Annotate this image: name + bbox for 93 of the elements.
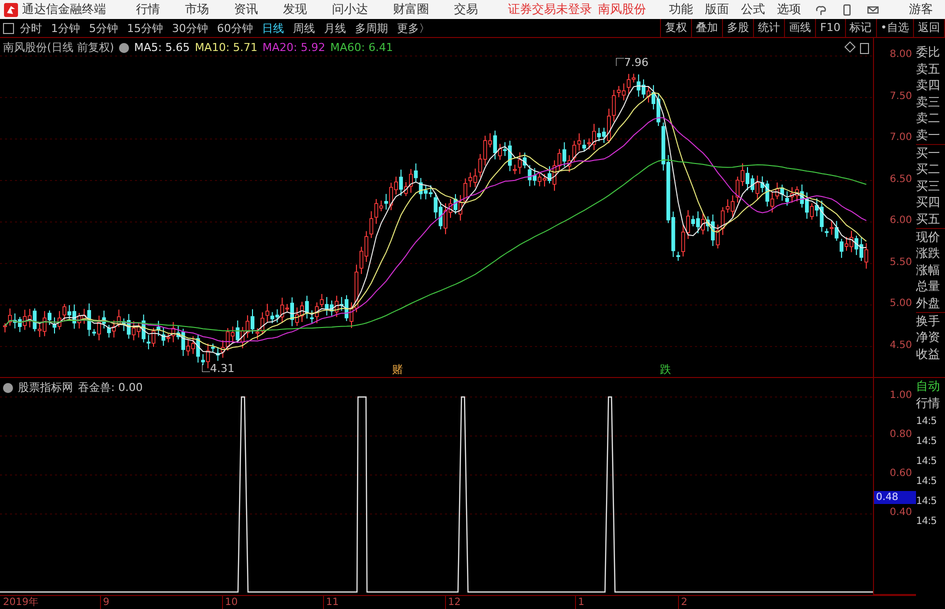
price-tick: 5.50 [890, 256, 912, 268]
menu-item[interactable]: 问小达 [332, 1, 368, 18]
fall-signal-label: 跌 [660, 362, 671, 377]
period-tab[interactable]: 30分钟 [172, 20, 208, 36]
indicator-reading: 吞金兽: 0.00 [78, 380, 143, 395]
indicator-source: 股票指标网 [18, 380, 73, 395]
quote-field-label: 卖四 [916, 77, 941, 94]
menu-item[interactable]: 交易 [454, 1, 478, 18]
trade-time: 14:5 [916, 475, 938, 489]
toolbar-button[interactable]: 标记 [844, 19, 876, 37]
quote-field-label: 买五 [916, 210, 941, 228]
trade-time: 14:5 [916, 495, 938, 509]
current-value-label: 0.48 [874, 491, 916, 504]
toolbar-button[interactable]: 统计 [753, 19, 784, 37]
stock-name[interactable]: 南风股份 [598, 1, 646, 18]
menu-item[interactable]: 功能 [669, 1, 693, 18]
indicator-tick: 0.60 [890, 468, 912, 479]
trade-time: 14:5 [916, 415, 938, 429]
quote-field-label: 现价 [916, 228, 945, 246]
moving-average-label: MA10: 5.71 [194, 41, 258, 54]
date-label: 1 [575, 596, 584, 609]
moving-average-label: MA60: 6.41 [330, 41, 393, 54]
toolbar-button[interactable]: 复权 [660, 19, 692, 37]
chart-title: 南风股份(日线 前复权) [3, 40, 114, 55]
period-tab[interactable]: 60分钟 [217, 20, 253, 36]
date-label: 9 [100, 596, 110, 609]
menu-item[interactable]: 公式 [741, 1, 765, 18]
indicator-tick: 0.80 [890, 429, 912, 440]
period-tab[interactable]: 15分钟 [127, 20, 163, 36]
toolbar-button[interactable]: 多股 [722, 19, 754, 37]
quote-field-label: 卖二 [916, 110, 941, 127]
user-name[interactable]: 游客 [909, 1, 933, 18]
quote-field-label: 涨幅 [916, 262, 941, 278]
quote-field-label: 卖一 [916, 126, 941, 144]
quote-field-label: 总量 [916, 278, 941, 295]
price-tick: 7.50 [890, 90, 912, 102]
quote-field-label: 卖五 [916, 60, 941, 78]
trade-time: 14:5 [916, 515, 938, 529]
quote-field-label: 买一 [916, 144, 945, 162]
date-label: 2019年 [2, 596, 38, 609]
moving-average-label: MA20: 5.92 [262, 41, 326, 54]
date-label: 12 [445, 596, 461, 609]
period-tab[interactable]: 更多〉 [397, 20, 430, 36]
price-annotation: 4.31 [210, 362, 234, 375]
quote-field-label: 委比 [916, 44, 941, 61]
period-tab[interactable]: 多周期 [355, 20, 388, 36]
quote-field-label: 净资 [916, 329, 941, 346]
date-label: 11 [323, 596, 339, 609]
period-tab[interactable]: 1分钟 [51, 20, 80, 36]
app-title: 通达信金融终端 [22, 1, 106, 18]
indicator-tick: 0.40 [890, 507, 912, 518]
quote-field-label: 买二 [916, 161, 941, 178]
quote-field-label: 收益 [916, 346, 941, 362]
trade-time: 14:5 [916, 435, 938, 449]
quote-mode-label[interactable]: 自动 [916, 378, 945, 395]
price-tick: 5.00 [890, 298, 912, 309]
toolbar-button[interactable]: 叠加 [691, 19, 722, 37]
period-tab[interactable]: 月线 [324, 20, 346, 36]
moving-average-label: MA5: 5.65 [134, 41, 190, 54]
login-status[interactable]: 证券交易未登录 [508, 1, 592, 18]
quote-field-label: 卖三 [916, 94, 941, 110]
price-tick: 6.00 [890, 215, 912, 226]
quote-field-label: 买三 [916, 178, 941, 194]
quote-field-label: 涨跌 [916, 245, 941, 262]
indicator-tick: 1.00 [890, 390, 912, 401]
quote-mode-label[interactable]: 行情 [916, 395, 945, 412]
toolbar-button[interactable]: 画线 [784, 19, 816, 37]
period-tab[interactable]: 分时 [20, 20, 42, 36]
menu-item[interactable]: 市场 [185, 1, 209, 18]
menu-item[interactable]: 选项 [777, 1, 801, 18]
price-tick: 7.00 [890, 132, 912, 143]
quote-field-label: 换手 [916, 312, 945, 330]
rise-signal-label: 赌 [392, 362, 403, 377]
period-tab[interactable]: 周线 [293, 20, 315, 36]
price-tick: 8.00 [890, 49, 912, 60]
toolbar-button[interactable]: •自选 [876, 19, 913, 37]
price-annotation: 7.96 [624, 56, 648, 69]
menu-item[interactable]: 版面 [705, 1, 729, 18]
trade-time: 14:5 [916, 455, 938, 469]
toolbar-button[interactable]: 返回 [913, 19, 945, 37]
quote-field-label: 外盘 [916, 294, 941, 312]
date-label: 10 [222, 596, 238, 609]
period-tab[interactable]: 5分钟 [89, 20, 118, 36]
price-tick: 6.50 [890, 174, 912, 184]
period-tab[interactable]: 日线 [262, 20, 284, 36]
price-tick: 4.50 [890, 340, 912, 350]
menu-item[interactable]: 发现 [283, 1, 307, 18]
menu-item[interactable]: 财富圈 [393, 1, 429, 18]
menu-item[interactable]: 资讯 [234, 1, 258, 18]
date-label: 2 [678, 596, 688, 609]
menu-item[interactable]: 行情 [136, 1, 160, 18]
toolbar-button[interactable]: F10 [815, 19, 844, 37]
quote-field-label: 买四 [916, 194, 941, 211]
